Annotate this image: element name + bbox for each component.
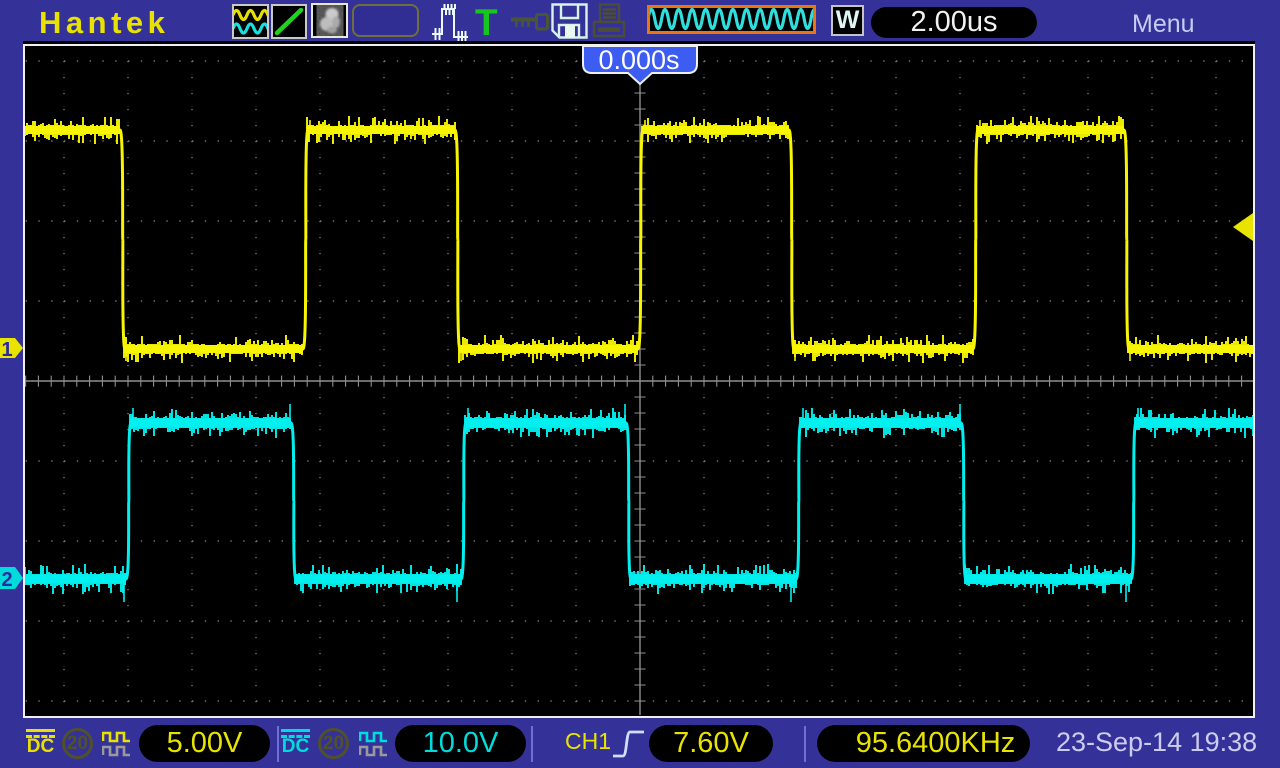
svg-text:2: 2: [1, 569, 12, 591]
svg-text:1: 1: [1, 339, 12, 361]
svg-text:0.000s: 0.000s: [598, 45, 679, 75]
